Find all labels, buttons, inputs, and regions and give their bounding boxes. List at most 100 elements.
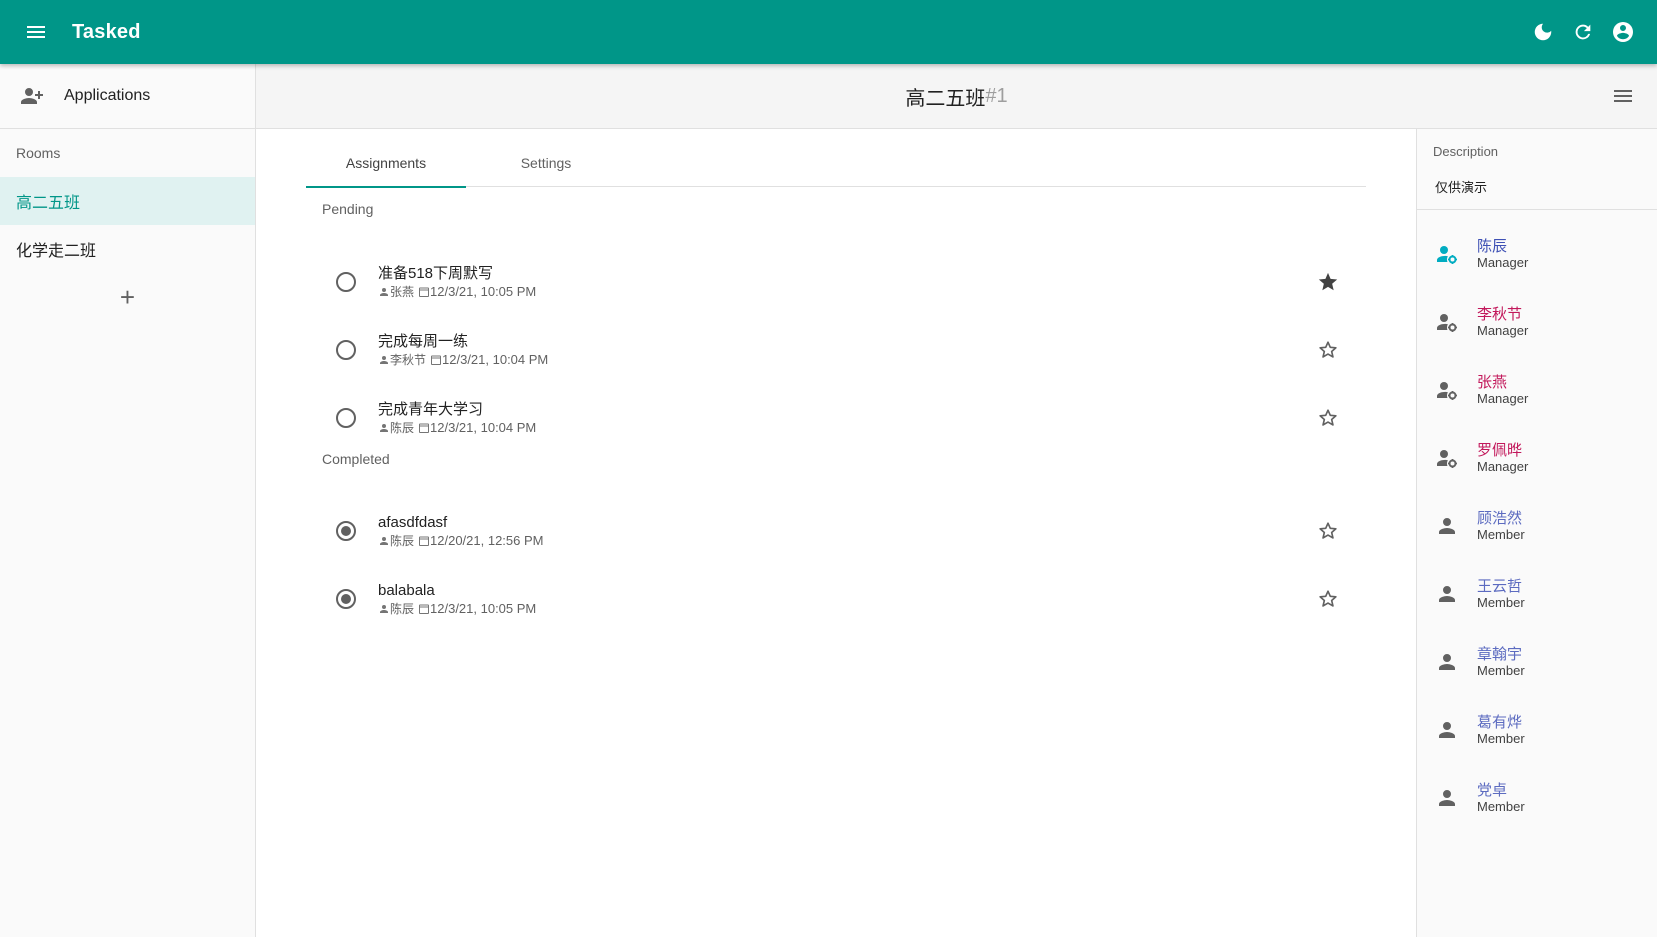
menu-icon <box>27 26 45 38</box>
radio-unchecked-icon <box>336 340 356 360</box>
room-info-panel: Description 仅供演示 陈辰 Manager 李秋节 Manager … <box>1416 129 1657 937</box>
sidebar: Applications Rooms 高二五班 化学走二班 + <box>0 64 256 937</box>
sidebar-item-room-2[interactable]: 化学走二班 <box>0 225 255 273</box>
person-icon <box>1439 722 1455 738</box>
member-name: 章翰宇 <box>1477 645 1523 663</box>
task-date: 12/3/21, 10:05 PM <box>430 600 537 616</box>
panel-divider <box>1417 209 1657 210</box>
member-name: 罗佩晔 <box>1477 441 1523 459</box>
member-item[interactable]: 顾浩然 Member <box>1417 492 1657 560</box>
member-role: Member <box>1477 594 1525 610</box>
task-checkbox[interactable] <box>322 575 370 623</box>
account-button[interactable] <box>1603 12 1643 52</box>
task-row[interactable]: balabala 陈辰 12/3/21, 10:05 PM <box>322 563 1352 635</box>
member-item[interactable]: 李秋节 Manager <box>1417 288 1657 356</box>
star-filled-icon <box>1318 272 1338 291</box>
member-item[interactable]: 党卓 Member <box>1417 764 1657 832</box>
radio-unchecked-icon <box>336 272 356 292</box>
refresh-button[interactable] <box>1563 12 1603 52</box>
person-icon <box>1439 518 1455 534</box>
member-name: 顾浩然 <box>1477 509 1523 527</box>
person-icon <box>380 355 388 364</box>
member-role: Manager <box>1477 254 1529 270</box>
task-name: balabala <box>378 581 435 599</box>
task-checkbox[interactable] <box>322 394 370 442</box>
star-button[interactable] <box>1308 579 1348 619</box>
task-checkbox[interactable] <box>322 258 370 306</box>
add-room-button[interactable]: + <box>0 273 255 321</box>
member-item[interactable]: 葛有烨 Member <box>1417 696 1657 764</box>
calendar-icon <box>419 287 430 297</box>
task-row[interactable]: 完成青年大学习 陈辰 12/3/21, 10:04 PM <box>322 382 1352 454</box>
star-outline-icon <box>1319 341 1337 358</box>
task-name: 完成每周一练 <box>378 332 469 350</box>
star-button[interactable] <box>1308 511 1348 551</box>
tab-bar: Assignments Settings <box>306 139 1366 188</box>
refresh-icon <box>1575 24 1591 40</box>
member-item[interactable]: 陈辰 Manager <box>1417 220 1657 288</box>
tab-settings[interactable]: Settings <box>466 139 626 187</box>
member-name: 王云哲 <box>1477 577 1523 595</box>
applications-item[interactable]: Applications <box>0 64 255 129</box>
star-button[interactable] <box>1308 330 1348 370</box>
task-row[interactable]: afasdfdasf 陈辰 12/20/21, 12:56 PM <box>322 495 1352 567</box>
applications-label: Applications <box>64 87 151 104</box>
moon-icon <box>1534 23 1552 41</box>
task-author: 陈辰 <box>390 533 415 548</box>
member-role: Manager <box>1477 322 1529 338</box>
member-item[interactable]: 章翰宇 Member <box>1417 628 1657 696</box>
member-item[interactable]: 张燕 Manager <box>1417 356 1657 424</box>
person-icon <box>380 536 388 545</box>
room-menu-button[interactable] <box>1603 76 1643 116</box>
task-author: 张燕 <box>390 284 415 299</box>
member-role: Member <box>1477 526 1525 542</box>
calendar-icon <box>431 355 442 365</box>
member-role: Manager <box>1477 458 1529 474</box>
task-row[interactable]: 准备518下周默写 张燕 12/3/21, 10:05 PM <box>322 246 1352 318</box>
member-name: 党卓 <box>1477 781 1508 799</box>
task-date: 12/3/21, 10:04 PM <box>430 419 537 435</box>
radio-checked-icon <box>336 521 356 541</box>
room-number: #1 <box>985 84 1008 107</box>
theme-toggle-button[interactable] <box>1523 12 1563 52</box>
manager-icon <box>1437 450 1457 468</box>
task-author: 陈辰 <box>390 420 415 435</box>
star-outline-icon <box>1319 409 1337 426</box>
star-outline-icon <box>1319 590 1337 607</box>
task-date: 12/20/21, 12:56 PM <box>430 532 544 548</box>
member-item[interactable]: 王云哲 Member <box>1417 560 1657 628</box>
room-description: 仅供演示 <box>1435 180 1488 195</box>
tab-assignments[interactable]: Assignments <box>306 139 466 188</box>
member-name: 张燕 <box>1477 373 1508 391</box>
menu-icon <box>1614 90 1632 102</box>
manager-icon <box>1437 246 1457 264</box>
task-checkbox[interactable] <box>322 326 370 374</box>
member-item[interactable]: 罗佩晔 Manager <box>1417 424 1657 492</box>
person-icon <box>1439 586 1455 602</box>
task-name: afasdfdasf <box>378 513 448 531</box>
task-checkbox[interactable] <box>322 507 370 555</box>
menu-button[interactable] <box>0 0 72 64</box>
person-icon <box>380 604 388 613</box>
star-button[interactable] <box>1308 262 1348 302</box>
sidebar-item-room-1[interactable]: 高二五班 <box>0 177 255 225</box>
member-role: Member <box>1477 730 1525 746</box>
task-date: 12/3/21, 10:05 PM <box>430 283 537 299</box>
main-content: Assignments Settings Pending 准备518下周默写 张… <box>256 129 1416 937</box>
person-icon <box>380 287 388 296</box>
description-header: Description <box>1433 144 1499 159</box>
task-row[interactable]: 完成每周一练 李秋节 12/3/21, 10:04 PM <box>322 314 1352 386</box>
room-header: 高二五班 #1 <box>256 64 1657 129</box>
manager-icon <box>1437 382 1457 400</box>
calendar-icon <box>419 536 430 546</box>
completed-header: Completed <box>322 451 390 467</box>
rooms-header: Rooms <box>16 145 61 161</box>
person-icon <box>380 423 388 432</box>
member-name: 李秋节 <box>1477 305 1523 323</box>
star-button[interactable] <box>1308 398 1348 438</box>
member-name: 陈辰 <box>1477 237 1508 255</box>
room-title: 高二五班 <box>905 87 986 110</box>
task-author: 陈辰 <box>390 601 415 616</box>
app-bar: Tasked <box>0 0 1657 64</box>
task-date: 12/3/21, 10:04 PM <box>442 351 549 367</box>
